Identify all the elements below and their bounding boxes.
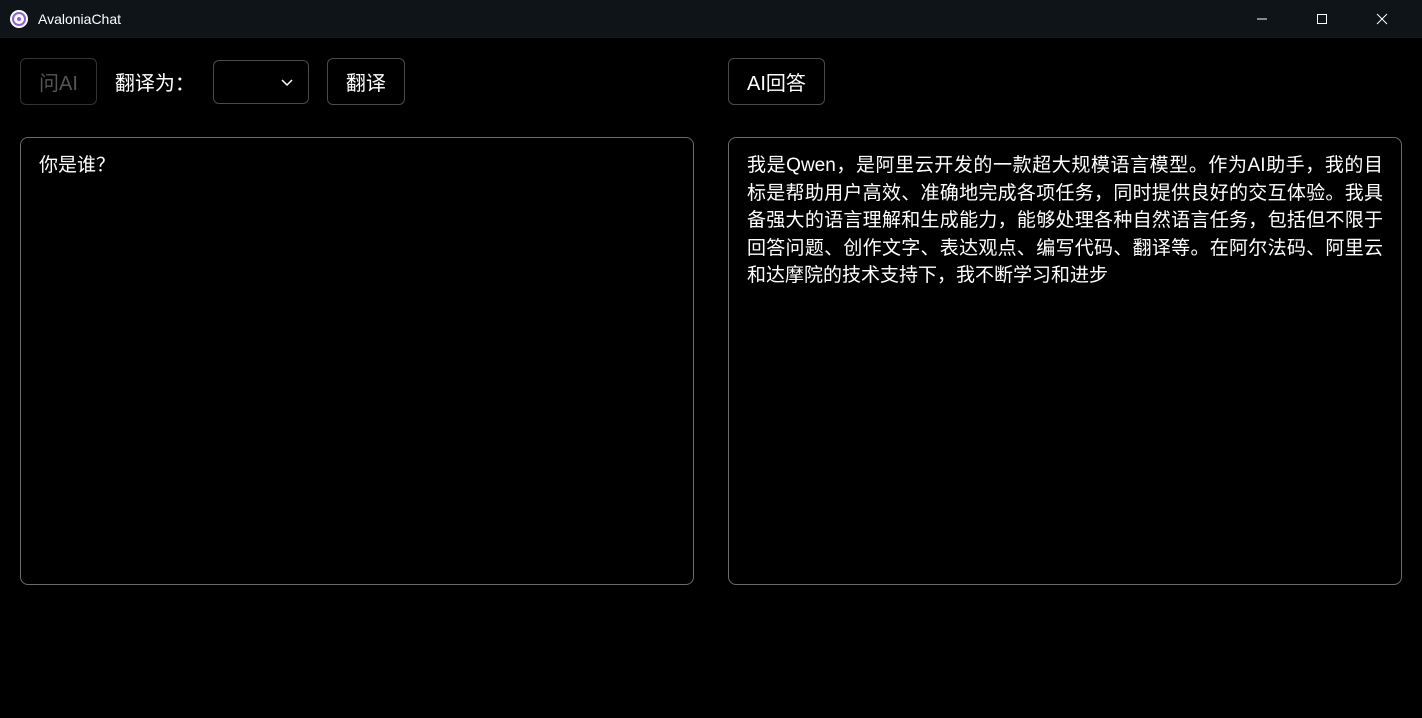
chevron-down-icon — [280, 75, 294, 89]
ai-response-text: 我是Qwen，是阿里云开发的一款超大规模语言模型。作为AI助手，我的目标是帮助用… — [747, 152, 1383, 290]
minimize-button[interactable] — [1232, 0, 1292, 38]
window-title: AvaloniaChat — [38, 11, 121, 27]
input-panel — [20, 137, 694, 585]
panels-row: 我是Qwen，是阿里云开发的一款超大规模语言模型。作为AI助手，我的目标是帮助用… — [20, 137, 1402, 698]
titlebar: AvaloniaChat — [0, 0, 1422, 38]
ai-answer-button[interactable]: AI回答 — [728, 58, 825, 105]
left-toolbar: 问AI 翻译为： 翻译 — [20, 58, 694, 105]
translate-button[interactable]: 翻译 — [327, 58, 405, 105]
app-icon — [10, 10, 28, 28]
window-controls — [1232, 0, 1412, 38]
maximize-icon — [1316, 13, 1328, 25]
toolbar-row: 问AI 翻译为： 翻译 AI回答 — [20, 58, 1402, 105]
maximize-button[interactable] — [1292, 0, 1352, 38]
translate-language-dropdown[interactable] — [213, 60, 309, 104]
translate-to-label: 翻译为： — [115, 67, 195, 96]
close-icon — [1376, 13, 1388, 25]
right-toolbar: AI回答 — [728, 58, 1402, 105]
output-panel: 我是Qwen，是阿里云开发的一款超大规模语言模型。作为AI助手，我的目标是帮助用… — [728, 137, 1402, 585]
minimize-icon — [1256, 13, 1268, 25]
content-area: 问AI 翻译为： 翻译 AI回答 我是Qwen，是阿里云开发的一款超大规模语言模… — [0, 38, 1422, 718]
close-button[interactable] — [1352, 0, 1412, 38]
user-input[interactable] — [39, 152, 675, 570]
ask-ai-button[interactable]: 问AI — [20, 58, 97, 105]
